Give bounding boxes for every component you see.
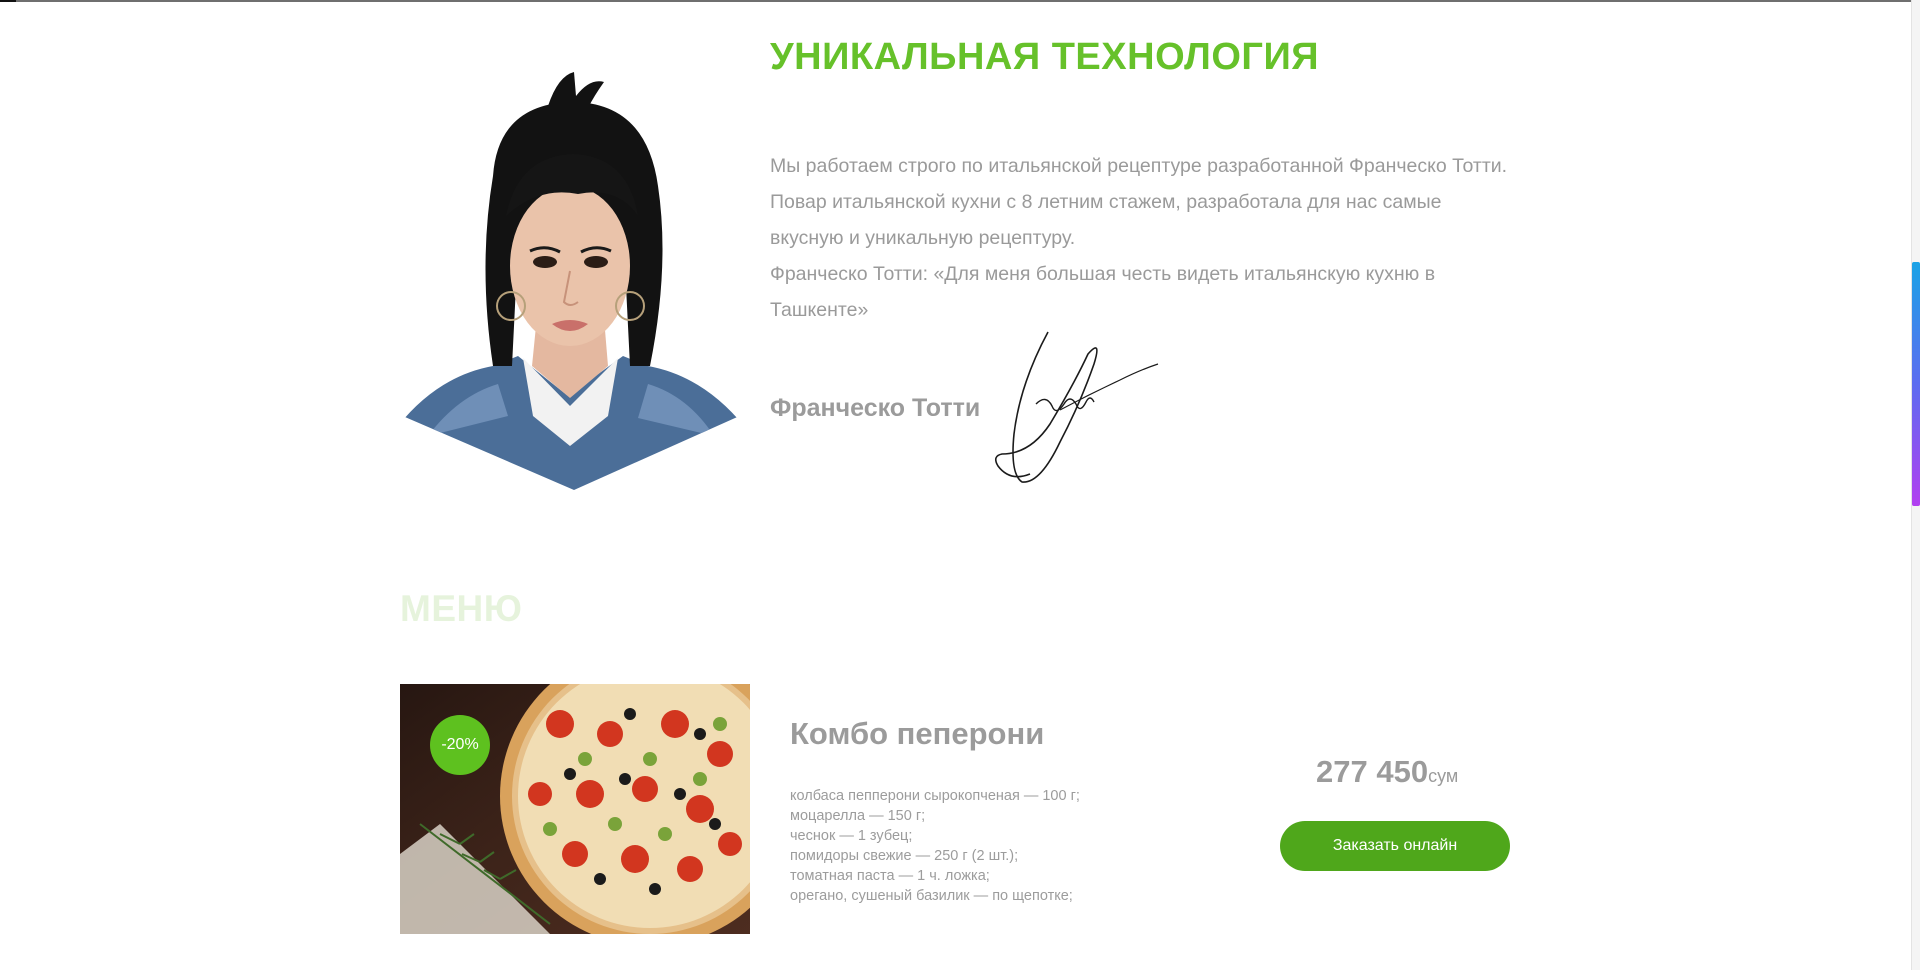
menu-item-card: -20% Комбо пеперони колбаса пепперони сы…	[400, 684, 1520, 934]
order-online-button[interactable]: Заказать онлайн	[1280, 821, 1510, 871]
section-title-menu: МЕНЮ	[400, 588, 523, 629]
product-image[interactable]: -20%	[400, 684, 750, 934]
chef-portrait	[398, 72, 744, 490]
section-title-technology: УНИКАЛЬНАЯ ТЕХНОЛОГИЯ	[770, 36, 1320, 78]
signature-image	[994, 331, 1159, 483]
author-name: Франческо Тотти	[770, 394, 981, 422]
discount-badge: -20%	[430, 715, 490, 775]
price-currency: сум	[1428, 766, 1459, 786]
product-name: Комбо пеперони	[790, 716, 1045, 751]
scrollbar-track[interactable]	[1911, 0, 1920, 970]
browser-top-border	[0, 0, 1920, 2]
scrollbar-thumb[interactable]	[1912, 262, 1920, 506]
ingredient-item: моцарелла — 150 г;	[790, 808, 926, 824]
ingredient-item: орегано, сушеный базилик — по щепотке;	[790, 888, 1073, 904]
ingredient-item: колбаса пепперони сырокопченая — 100 г;	[790, 788, 1080, 804]
technology-description: Мы работаем строго по итальянской рецепт…	[770, 148, 1510, 328]
price-amount: 277 450	[1316, 754, 1429, 789]
product-price: 277 450сум	[1316, 754, 1458, 790]
quote-paragraph: Франческо Тотти: «Для меня большая честь…	[770, 263, 1436, 321]
technology-paragraph: Мы работаем строго по итальянской рецепт…	[770, 155, 1508, 249]
ingredient-item: томатная паста — 1 ч. ложка;	[790, 868, 990, 884]
ingredient-item: чеснок — 1 зубец;	[790, 828, 913, 844]
ingredients-list: колбаса пепперони сырокопченая — 100 г; …	[790, 786, 1080, 906]
ingredient-item: помидоры свежие — 250 г (2 шт.);	[790, 848, 1019, 864]
browser-top-border-left	[0, 0, 16, 2]
